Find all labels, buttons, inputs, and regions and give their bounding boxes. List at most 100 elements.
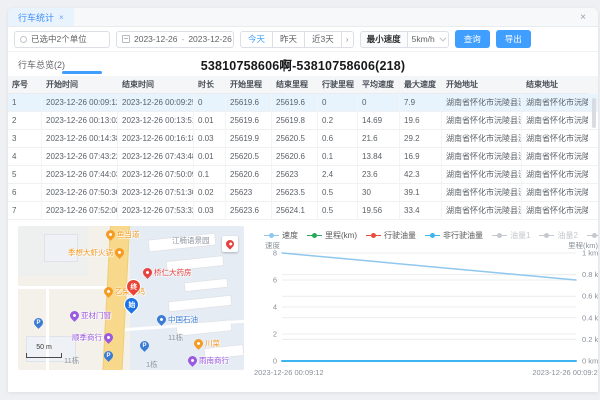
map-scale-bar: 50 m <box>26 353 62 358</box>
table-cell: 16.9 <box>400 148 442 165</box>
table-cell: 4 <box>8 148 42 165</box>
table-cell: 湖南省怀化市沅陵县沅... <box>522 184 588 201</box>
legend-label: 油量1 <box>510 230 530 241</box>
table-cell: 湖南省怀化市沅陵县沅... <box>522 166 588 183</box>
unit-select[interactable]: 已选中2个单位 <box>14 31 110 48</box>
min-speed-label: 最小速度 <box>360 31 408 48</box>
svg-text:0.6 km: 0.6 km <box>582 292 598 301</box>
table-scrollbar[interactable] <box>592 98 596 128</box>
export-button[interactable]: 导出 <box>496 30 531 48</box>
column-header: 时长 <box>194 76 226 94</box>
poi-marker[interactable]: 桥仁大药房 <box>143 267 192 278</box>
legend-item[interactable]: 行驶油量 <box>366 230 416 241</box>
map[interactable]: 鱼当道季想大虾火锅江楠语景园桥仁大药房乙柴火鸡终始亚材门窗中国石油顺季商行PPP… <box>18 226 244 370</box>
poi-marker[interactable]: 雨南商行 <box>188 355 229 366</box>
table-cell: 湖南省怀化市沅陵县沅... <box>522 94 588 111</box>
table-cell: 25619.6 <box>226 112 272 129</box>
table-row[interactable]: 42023-12-26 07:43:222023-12-26 07:43:480… <box>8 148 598 166</box>
parking-marker-icon[interactable]: P <box>32 316 45 329</box>
poi-marker[interactable]: 鱼当道 <box>106 229 140 240</box>
table-row[interactable]: 32023-12-26 00:14:382023-12-26 00:16:180… <box>8 130 598 148</box>
table-row[interactable]: 62023-12-26 07:50:302023-12-26 07:51:300… <box>8 184 598 202</box>
svg-text:4: 4 <box>273 303 277 312</box>
poi-pin-icon <box>113 246 126 259</box>
table-row[interactable]: 22023-12-26 00:13:022023-12-26 00:13:510… <box>8 112 598 130</box>
legend-label: 里程(km) <box>325 230 357 241</box>
legend-item[interactable]: 油量1 <box>492 230 530 241</box>
bottom-panel: 鱼当道季想大虾火锅江楠语景园桥仁大药房乙柴火鸡终始亚材门窗中国石油顺季商行PPP… <box>8 220 598 392</box>
svg-text:0.8 km: 0.8 km <box>582 270 598 279</box>
table-cell: 2023-12-26 00:13:02 <box>42 112 118 129</box>
table-cell: 2023-12-26 00:14:38 <box>42 130 118 147</box>
table-cell: 1 <box>8 94 42 111</box>
poi-marker[interactable]: 中国石油 <box>157 314 198 325</box>
unit-select-value: 已选中2个单位 <box>31 33 87 45</box>
date-range-picker[interactable]: 2023-12-26 - 2023-12-26 <box>116 31 234 48</box>
table-cell: 30 <box>358 184 400 201</box>
legend-line-icon <box>307 233 322 238</box>
column-header: 开始里程 <box>226 76 272 94</box>
table-cell: 23.6 <box>358 166 400 183</box>
table-cell: 39.1 <box>400 184 442 201</box>
tabbar-spacer <box>74 8 568 26</box>
svg-text:0 km: 0 km <box>582 357 598 366</box>
table-cell: 湖南省怀化市沅陵县沅... <box>442 202 522 219</box>
table-row[interactable]: 72023-12-26 07:52:002023-12-26 07:53:320… <box>8 202 598 220</box>
trip-chart: 速度里程(km)行驶油量非行驶油量油量1油量2油量3油量4 024680 km0… <box>252 226 598 386</box>
legend-item[interactable]: 油量3 <box>587 230 598 241</box>
poi-label: 鱼当道 <box>117 229 140 240</box>
min-speed-select[interactable]: 5km/h <box>407 31 449 48</box>
overview-header: 行车总览(2) 53810758606啊-53810758606(218) <box>8 52 598 76</box>
close-panel-icon[interactable]: × <box>568 8 598 26</box>
map-locate-control[interactable] <box>222 236 238 252</box>
poi-pin-icon <box>104 228 117 241</box>
unit-select-icon <box>20 36 27 43</box>
legend-item[interactable]: 里程(km) <box>307 230 357 241</box>
table-cell: 湖南省怀化市沅陵县沅... <box>442 112 522 129</box>
tab-close-icon[interactable]: × <box>59 13 64 22</box>
query-button[interactable]: 查询 <box>455 30 490 48</box>
svg-text:0.2 km: 0.2 km <box>582 335 598 344</box>
poi-marker[interactable]: 川菜 <box>194 338 220 349</box>
yesterday-button[interactable]: 昨天 <box>272 31 305 48</box>
table-cell: 2023-12-26 07:44:03 <box>42 166 118 183</box>
table-cell: 25623.5 <box>272 184 318 201</box>
table-row[interactable]: 12023-12-26 00:09:122023-12-26 00:09:250… <box>8 94 598 112</box>
poi-marker[interactable]: 顺季商行 <box>72 332 113 343</box>
poi-pin-icon <box>192 337 205 350</box>
poi-pin-icon <box>186 354 199 367</box>
legend-line-icon <box>587 233 598 238</box>
table-cell: 0.5 <box>318 184 358 201</box>
legend-line-icon <box>366 233 381 238</box>
poi-label: 中国石油 <box>168 314 198 325</box>
legend-line-icon <box>264 233 279 238</box>
table-cell: 湖南省怀化市沅陵县沅... <box>522 112 588 129</box>
table-cell: 6 <box>8 184 42 201</box>
vehicle-title: 53810758606啊-53810758606(218) <box>8 55 598 74</box>
legend-item[interactable]: 速度 <box>264 230 298 241</box>
legend-item[interactable]: 油量2 <box>539 230 577 241</box>
legend-label: 速度 <box>282 230 298 241</box>
poi-marker[interactable]: 季想大虾火锅 <box>68 247 124 258</box>
svg-text:6: 6 <box>273 276 277 285</box>
trip-table: 序号开始时间结束时间时长开始里程结束里程行驶里程平均速度最大速度开始地址结束地址… <box>8 76 598 220</box>
tab-driving-statistics[interactable]: 行车统计 × <box>8 8 74 26</box>
svg-text:0: 0 <box>273 357 277 366</box>
last-3-days-button[interactable]: 近3天 <box>304 31 342 48</box>
table-cell: 7.9 <box>400 94 442 111</box>
date-end: 2023-12-26 <box>188 34 231 44</box>
table-cell: 2023-12-26 07:50:30 <box>42 184 118 201</box>
today-button[interactable]: 今天 <box>240 31 273 48</box>
table-header-row: 序号开始时间结束时间时长开始里程结束里程行驶里程平均速度最大速度开始地址结束地址 <box>8 76 598 94</box>
table-row[interactable]: 52023-12-26 07:44:032023-12-26 07:50:090… <box>8 166 598 184</box>
legend-item[interactable]: 非行驶油量 <box>425 230 483 241</box>
column-header: 序号 <box>8 76 42 94</box>
map-road <box>18 286 108 289</box>
table-cell: 0.2 <box>318 112 358 129</box>
poi-marker[interactable]: 亚材门窗 <box>70 310 111 321</box>
svg-text:2: 2 <box>273 330 277 339</box>
chart-legend: 速度里程(km)行驶油量非行驶油量油量1油量2油量3油量4 <box>252 226 598 242</box>
more-ranges-button[interactable]: › <box>341 31 354 48</box>
table-cell: 2023-12-26 00:13:51 <box>118 112 194 129</box>
table-cell: 25619.6 <box>272 94 318 111</box>
